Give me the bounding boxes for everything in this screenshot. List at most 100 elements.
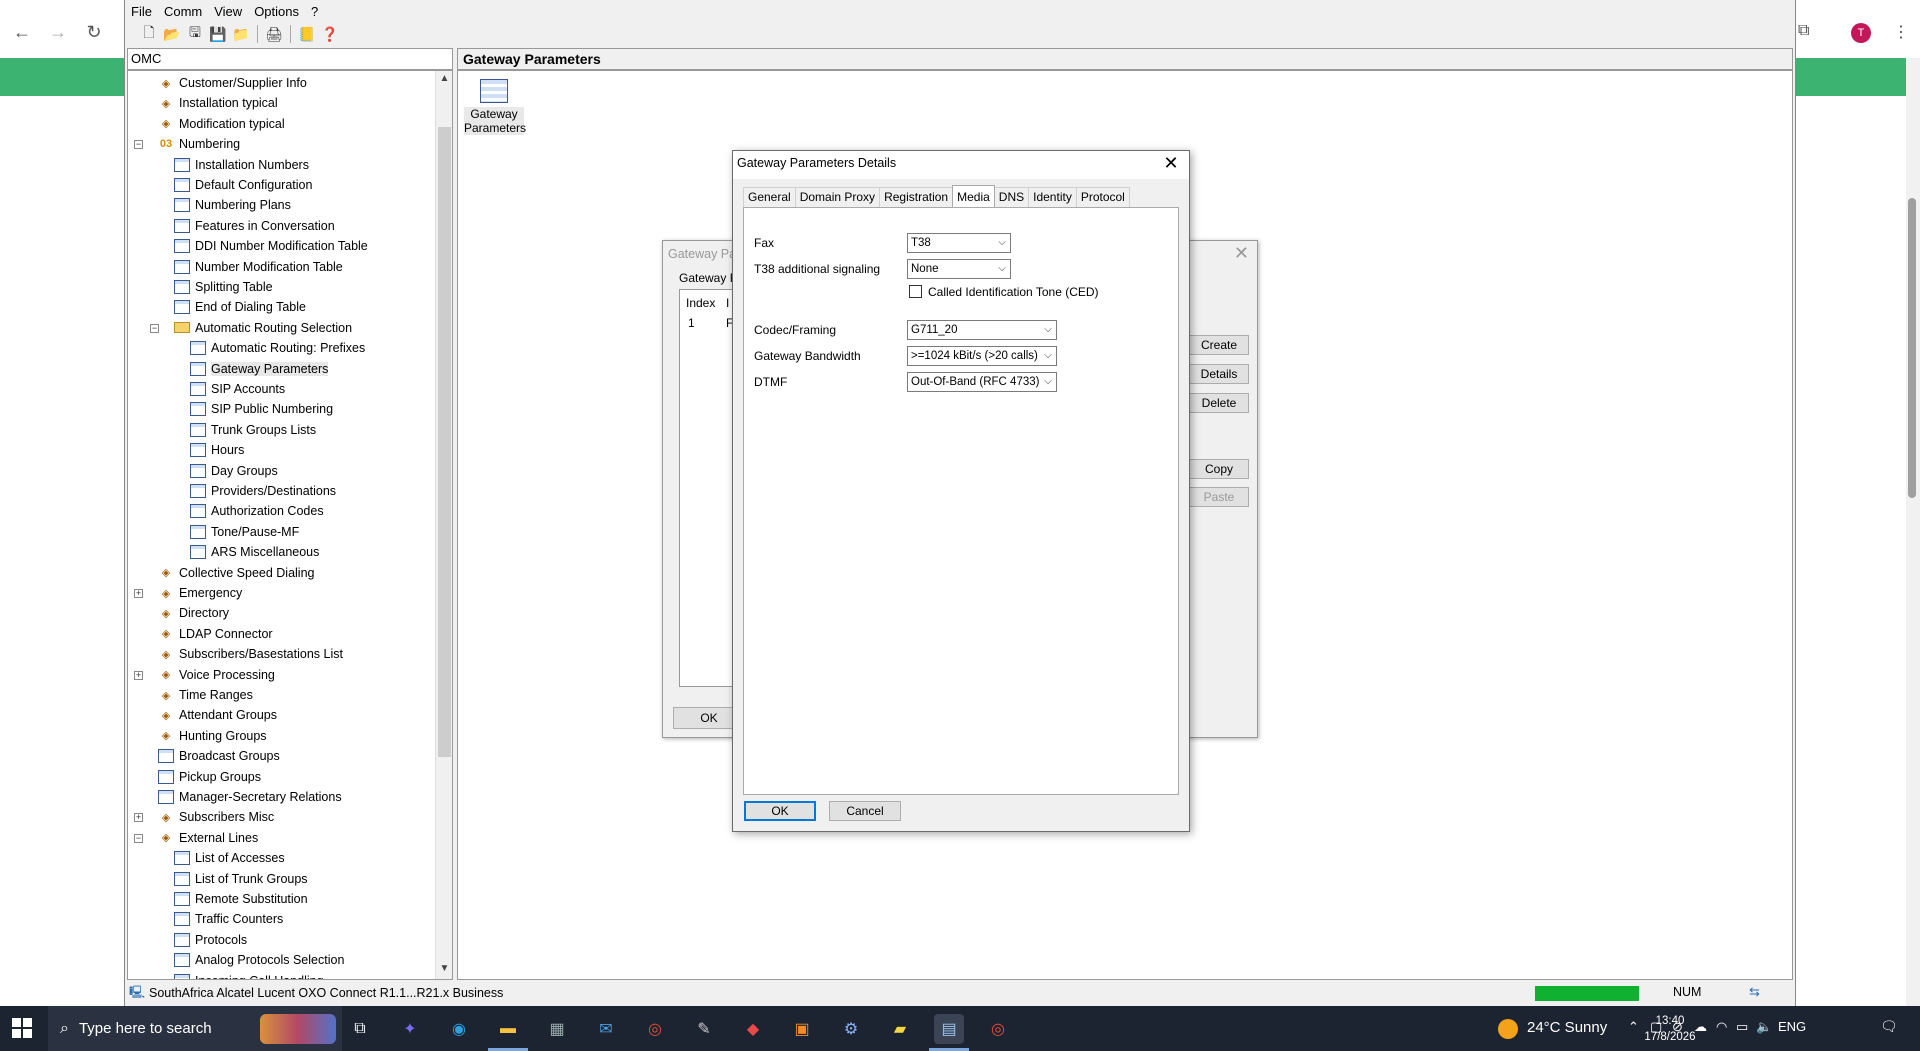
save-as-icon[interactable]: 🖫 [185,24,205,44]
open-icon[interactable]: 📂 [162,24,182,44]
omc-app-icon[interactable]: ▤ [934,1014,964,1044]
file-explorer-icon[interactable]: ▬ [493,1014,523,1044]
tab-dns[interactable]: DNS [993,187,1030,207]
wifi-icon[interactable]: ◠ [1716,1019,1727,1035]
tab-protocol[interactable]: Protocol [1075,187,1130,207]
ced-label[interactable]: Called Identification Tone (CED) [928,285,1099,299]
tree-item[interactable]: ◈ LDAP Connector [158,624,273,644]
volume-icon[interactable]: 🔈 [1756,1019,1772,1035]
chrome-icon[interactable]: ◎ [640,1014,670,1044]
tree-item[interactable]: Features in Conversation [174,216,335,236]
tree-item[interactable]: Analog Protocols Selection [174,950,344,970]
tree-item[interactable]: Authorization Codes [190,501,324,521]
windows-start-icon[interactable] [12,1018,32,1038]
avatar[interactable]: T [1851,23,1871,43]
column-header-index[interactable]: Index [686,296,715,310]
ced-checkbox[interactable] [909,285,922,298]
tree-item[interactable]: ◈ Subscribers/Basestations List [158,644,343,664]
tree-item[interactable]: Protocols [174,930,247,950]
create-button[interactable]: Create [1189,335,1249,355]
tree-item[interactable]: List of Trunk Groups [174,869,308,889]
weather-text[interactable]: 24°C Sunny [1527,1019,1607,1036]
tree-item[interactable]: Splitting Table [174,277,273,297]
tree-scrollbar-thumb[interactable] [438,127,451,757]
gateway-parameters-shortcut[interactable]: Gateway Parameters [464,79,526,135]
tree-item[interactable]: Incoming Call Handling [174,971,324,979]
tree-item[interactable]: ◈ Customer/Supplier Info [158,73,307,93]
outlook-icon[interactable]: ✉ [591,1014,621,1044]
tab-media[interactable]: Media [952,185,995,207]
export-icon[interactable]: 📁 [231,24,251,44]
print-icon[interactable]: 🖨 [264,24,284,44]
details-button[interactable]: Details [1189,364,1249,384]
expand-icon[interactable]: + [134,813,143,823]
scroll-down-icon[interactable]: ▼ [438,963,451,977]
tree-item[interactable]: ◈ Hunting Groups [158,726,267,746]
copy-button[interactable]: Copy [1189,459,1249,479]
tab-registration[interactable]: Registration [879,187,954,207]
book-icon[interactable]: 📒 [297,24,317,44]
page-scrollbar-thumb[interactable] [1908,198,1916,498]
tree-item[interactable]: Pickup Groups [158,767,261,787]
tree-item[interactable]: ◈ External Lines [158,828,258,848]
extensions-icon[interactable]: ⧉ [1798,22,1818,42]
notifications-icon[interactable]: 🗨 [1880,1018,1898,1035]
help-icon[interactable]: ❓ [320,24,340,44]
collapse-icon[interactable]: − [134,833,143,843]
tree-item[interactable]: Providers/Destinations [190,481,336,501]
tree-item[interactable]: ◈ Emergency [158,583,242,603]
tree-scrollbar[interactable]: ▲ ▼ [435,71,452,979]
tab-domain-proxy[interactable]: Domain Proxy [794,187,881,207]
expand-icon[interactable]: + [134,589,143,598]
chevron-up-icon[interactable]: ⌃ [1628,1019,1639,1035]
scroll-up-icon[interactable]: ▲ [438,73,451,87]
tree-item[interactable]: ◈ Installation typical [158,93,278,113]
t38-signaling-select[interactable]: None ⌵ [907,259,1011,279]
save-icon[interactable]: 💾 [208,24,228,44]
tree-item[interactable]: Tone/Pause-MF [190,522,299,542]
tree-item[interactable]: List of Accesses [174,848,285,868]
copilot-icon[interactable]: ✦ [395,1014,425,1044]
tree-item[interactable]: ◈ Directory [158,603,229,623]
anydesk-icon[interactable]: ◆ [738,1014,768,1044]
weather-sun-icon[interactable] [1498,1019,1518,1039]
dtmf-select[interactable]: Out-Of-Band (RFC 4733) ⌵ [907,372,1057,392]
pen-app-icon[interactable]: ✎ [689,1014,719,1044]
network-tool-icon[interactable]: ⚙ [836,1014,866,1044]
tab-identity[interactable]: Identity [1028,187,1077,207]
tree-item[interactable]: Gateway Parameters [190,359,329,379]
collapse-icon[interactable]: − [134,140,143,150]
tree-item[interactable]: ◈ Attendant Groups [158,705,277,725]
sticky-notes-icon[interactable]: ▰ [885,1014,915,1044]
edge-icon[interactable]: ◉ [444,1014,474,1044]
menu-help[interactable]: ? [311,4,318,19]
fax-select[interactable]: T38 ⌵ [907,233,1011,253]
tree-item[interactable]: Trunk Groups Lists [190,420,316,440]
close-icon[interactable]: ✕ [1234,243,1249,264]
tree-item[interactable]: SIP Public Numbering [190,399,333,419]
orange-app-icon[interactable]: ▣ [787,1014,817,1044]
menu-file[interactable]: File [131,4,152,19]
column-header[interactable]: I [726,296,729,310]
tree-item[interactable]: Automatic Routing Selection [174,318,352,338]
new-icon[interactable]: 🗋 [139,24,159,44]
forward-icon[interactable]: → [48,22,68,42]
tree-item[interactable]: Day Groups [190,461,278,481]
tree-item[interactable]: DDI Number Modification Table [174,236,368,256]
tree-item[interactable]: Automatic Routing: Prefixes [190,338,365,358]
back-icon[interactable]: ← [12,22,32,42]
tree-item[interactable]: Manager-Secretary Relations [158,787,342,807]
tree-item[interactable]: ◈ Time Ranges [158,685,253,705]
tree-item[interactable]: Remote Substitution [174,889,308,909]
tree-item[interactable]: Traffic Counters [174,909,283,929]
battery-icon[interactable]: ▭ [1736,1019,1748,1035]
tree-item[interactable]: ◈ Modification typical [158,114,285,134]
page-scrollbar[interactable] [1906,58,1920,1006]
reload-icon[interactable]: ↻ [84,22,104,42]
task-view-icon[interactable]: ⧉ [345,1014,375,1044]
bandwidth-select[interactable]: >=1024 kBit/s (>20 calls) ⌵ [907,346,1057,366]
tree-item[interactable]: Numbering Plans [174,195,291,215]
ok-button[interactable]: OK [744,801,816,821]
chrome-profile-icon[interactable]: ◎ [983,1014,1013,1044]
store-icon[interactable]: ▦ [542,1014,572,1044]
